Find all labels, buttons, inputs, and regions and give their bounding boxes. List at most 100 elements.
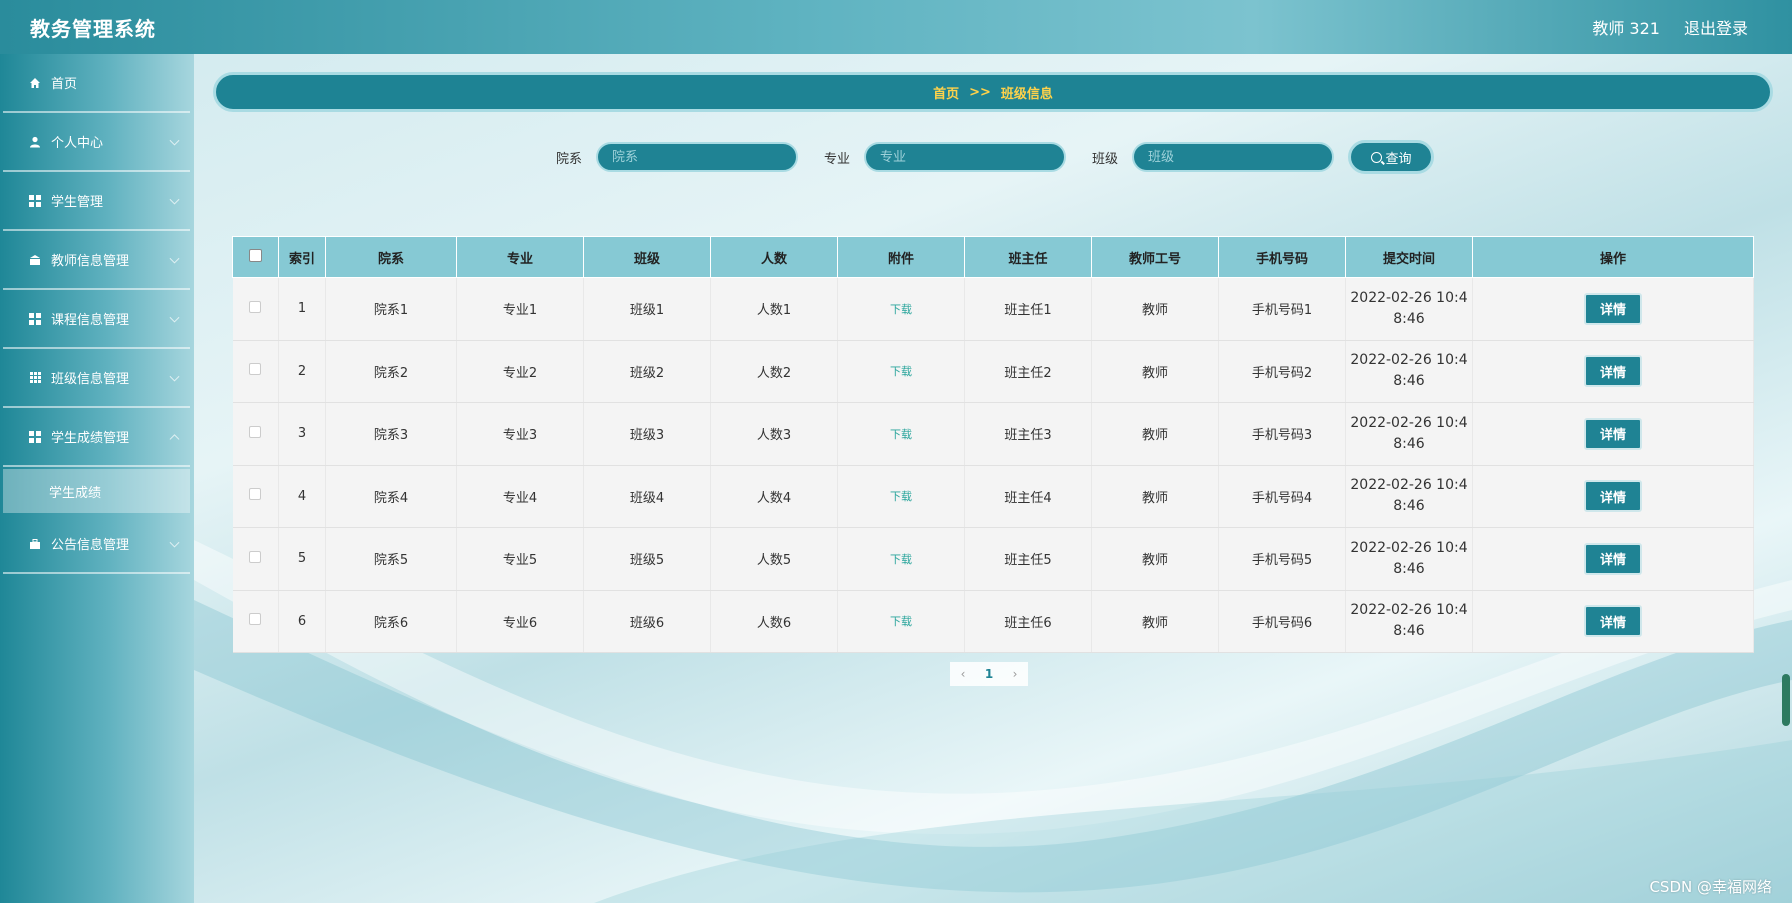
cell-count: 人数4 <box>710 465 838 528</box>
detail-button[interactable]: 详情 <box>1584 292 1642 325</box>
time-line-2: 8:46 <box>1393 373 1425 390</box>
row-select[interactable] <box>232 340 279 403</box>
download-link[interactable]: 下载 <box>890 428 912 441</box>
prev-page-button[interactable]: ‹ <box>950 667 976 681</box>
download-link[interactable]: 下载 <box>890 365 912 378</box>
time-line-2: 8:46 <box>1393 435 1425 452</box>
download-link[interactable]: 下载 <box>890 615 912 628</box>
time-line-2: 8:46 <box>1393 310 1425 327</box>
download-link[interactable]: 下载 <box>890 553 912 566</box>
sidebar-item-label: 公告信息管理 <box>51 538 130 553</box>
row-checkbox[interactable] <box>249 425 262 438</box>
cell-teacher-id: 教师 <box>1091 340 1219 403</box>
chevron-down-icon <box>169 253 180 264</box>
cell-submit-time: 2022-02-26 10:4 8:46 <box>1345 465 1473 528</box>
cell-phone: 手机号码4 <box>1218 465 1346 528</box>
header-major: 专业 <box>456 236 584 278</box>
logout-link[interactable]: 退出登录 <box>1684 15 1748 39</box>
page-scrollbar[interactable] <box>1778 54 1792 903</box>
cell-attachment: 下载 <box>837 340 965 403</box>
header-count: 人数 <box>710 236 838 278</box>
chevron-down-icon <box>169 135 180 146</box>
sidebar-item-grades[interactable]: 学生成绩管理 <box>3 408 190 467</box>
download-link[interactable]: 下载 <box>890 490 912 503</box>
sidebar-item-students[interactable]: 学生管理 <box>3 172 190 231</box>
sidebar-item-classes[interactable]: 班级信息管理 <box>3 349 190 408</box>
download-link[interactable]: 下载 <box>890 303 912 316</box>
time-line-1: 2022-02-26 10:4 <box>1350 352 1468 369</box>
cell-class: 班级5 <box>583 527 711 591</box>
chevron-up-icon <box>169 433 180 444</box>
cell-index: 6 <box>278 590 326 653</box>
cell-head-teacher: 班主任4 <box>964 465 1092 528</box>
row-select[interactable] <box>232 590 279 653</box>
user-area: 教师 321 退出登录 <box>1592 15 1748 39</box>
page-number[interactable]: 1 <box>976 667 1002 681</box>
detail-button[interactable]: 详情 <box>1584 605 1642 638</box>
row-select[interactable] <box>232 277 279 341</box>
select-all-checkbox[interactable] <box>249 248 262 262</box>
detail-button[interactable]: 详情 <box>1584 417 1642 450</box>
dept-input[interactable] <box>596 142 799 172</box>
cell-class: 班级3 <box>583 402 711 466</box>
detail-button[interactable]: 详情 <box>1584 542 1642 575</box>
cell-count: 人数1 <box>710 277 838 341</box>
row-select[interactable] <box>232 465 279 528</box>
cell-actions: 详情 <box>1472 402 1754 466</box>
header-submit-time: 提交时间 <box>1345 236 1473 278</box>
search-bar: 院系 专业 班级 查询 <box>556 140 1435 174</box>
time-line-1: 2022-02-26 10:4 <box>1350 289 1468 306</box>
sidebar-subitem-student-grades[interactable]: 学生成绩 <box>3 469 190 513</box>
sidebar-item-label: 课程信息管理 <box>51 313 130 328</box>
cell-actions: 详情 <box>1472 527 1754 591</box>
chevron-down-icon <box>169 371 180 382</box>
breadcrumb-current: 班级信息 <box>1000 86 1053 102</box>
breadcrumb-home[interactable]: 首页 <box>933 83 959 102</box>
sidebar-item-teachers[interactable]: 教师信息管理 <box>3 231 190 290</box>
header-class: 班级 <box>583 236 711 278</box>
cell-major: 专业1 <box>456 277 584 341</box>
row-select[interactable] <box>232 527 279 591</box>
row-checkbox[interactable] <box>249 363 262 376</box>
sidebar-item-home[interactable]: 首页 <box>3 54 190 113</box>
header-select-all[interactable] <box>232 236 279 278</box>
detail-button[interactable]: 详情 <box>1584 355 1642 388</box>
cell-teacher-id: 教师 <box>1091 277 1219 341</box>
sidebar-item-profile[interactable]: 个人中心 <box>3 113 190 172</box>
table-header-row: 索引 院系 专业 班级 人数 附件 班主任 教师工号 手机号码 提交时间 操作 <box>232 236 1754 278</box>
row-select[interactable] <box>232 402 279 466</box>
cell-index: 2 <box>278 340 326 403</box>
cell-count: 人数5 <box>710 527 838 591</box>
cell-index: 1 <box>278 277 326 341</box>
detail-button[interactable]: 详情 <box>1584 480 1642 513</box>
teacher-icon <box>29 254 41 266</box>
cell-teacher-id: 教师 <box>1091 527 1219 591</box>
chevron-down-icon <box>169 312 180 323</box>
row-checkbox[interactable] <box>249 488 262 501</box>
cell-major: 专业4 <box>456 465 584 528</box>
user-name: 教师 321 <box>1592 19 1660 38</box>
sidebar-item-courses[interactable]: 课程信息管理 <box>3 290 190 349</box>
search-button[interactable]: 查询 <box>1348 140 1435 174</box>
cell-attachment: 下载 <box>837 465 965 528</box>
briefcase-icon <box>29 538 41 550</box>
breadcrumb: 首页 >> 班级信息 <box>213 72 1773 112</box>
cell-dept: 院系5 <box>325 527 457 591</box>
grid-icon <box>29 194 41 207</box>
row-checkbox[interactable] <box>249 300 262 313</box>
time-line-1: 2022-02-26 10:4 <box>1350 539 1468 556</box>
next-page-button[interactable]: › <box>1002 667 1028 681</box>
scrollbar-thumb[interactable] <box>1782 674 1790 726</box>
major-input[interactable] <box>864 142 1067 172</box>
time-line-1: 2022-02-26 10:4 <box>1350 477 1468 494</box>
watermark: CSDN @幸福网络 <box>1649 878 1772 896</box>
sidebar-item-notices[interactable]: 公告信息管理 <box>3 515 190 574</box>
class-input[interactable] <box>1132 142 1335 172</box>
cell-actions: 详情 <box>1472 277 1754 341</box>
row-checkbox[interactable] <box>249 613 262 626</box>
time-line-1: 2022-02-26 10:4 <box>1350 602 1468 619</box>
user-icon <box>29 136 41 148</box>
header-dept: 院系 <box>325 236 457 278</box>
sidebar-item-label: 个人中心 <box>51 136 104 151</box>
row-checkbox[interactable] <box>249 550 262 563</box>
